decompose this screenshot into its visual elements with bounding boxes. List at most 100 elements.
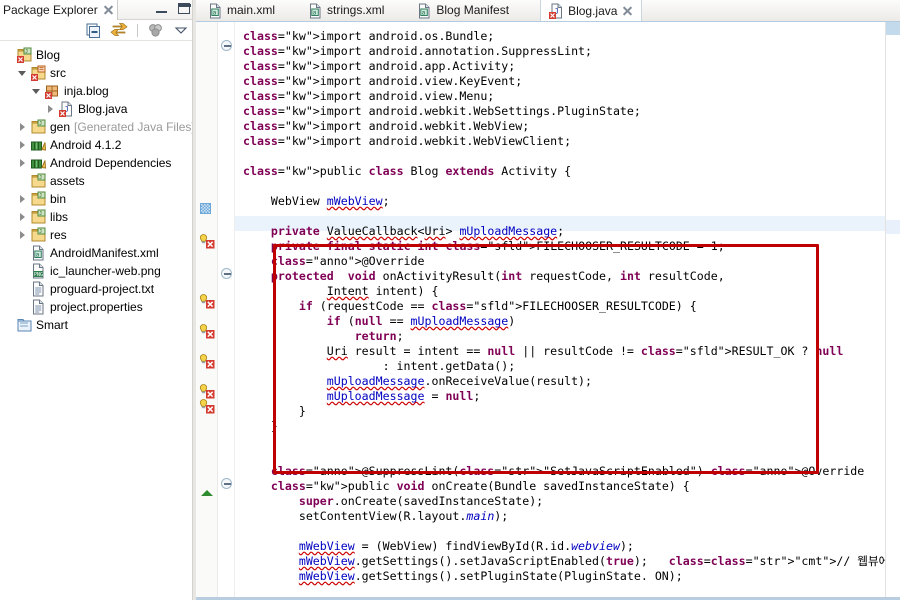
quickfix-error-icon[interactable]	[199, 383, 215, 399]
editor-area: a main.xml a strings.xml a Blog Manifest J Blog…	[196, 0, 900, 600]
text-file-icon	[30, 281, 46, 297]
minimize-icon[interactable]	[156, 4, 167, 13]
source-folder-icon: J	[30, 119, 46, 135]
text-file-icon	[30, 299, 46, 315]
twisty-expanded-icon[interactable]	[30, 84, 44, 98]
tree-item-proguard-project-txt[interactable]: proguard-project.txt	[0, 280, 196, 298]
focus-on-active-task-icon[interactable]	[147, 22, 165, 38]
tree-item-assets[interactable]: Jassets	[0, 172, 196, 190]
twisty-empty	[16, 174, 30, 188]
editor-tab-label: Blog.java	[568, 3, 618, 18]
collapse-icon[interactable]	[221, 478, 232, 489]
svg-text:J: J	[39, 211, 42, 217]
editor-tab-blog-java[interactable]: J Blog.java	[540, 0, 643, 21]
collapse-icon[interactable]	[221, 268, 232, 279]
svg-text:J: J	[39, 229, 42, 235]
close-icon[interactable]	[103, 5, 113, 15]
source-code[interactable]: class="kw">import android.os.Bundle; cla…	[243, 29, 885, 584]
android-project-error-icon: J	[16, 47, 32, 63]
quickfix-error-icon[interactable]	[199, 293, 215, 309]
twisty-collapsed-icon[interactable]	[16, 120, 30, 134]
tree-item-src[interactable]: src	[0, 64, 196, 82]
project-tree[interactable]: J Blog src inja.blog J Blog.java Jgen [Generate…	[0, 41, 196, 600]
tree-item-label: Android 4.1.2	[50, 138, 122, 152]
twisty-collapsed-icon[interactable]	[16, 192, 30, 206]
collapse-all-icon[interactable]	[85, 22, 103, 38]
quick-assist-icon[interactable]	[201, 490, 213, 496]
occurrence-mark-icon[interactable]	[199, 201, 215, 217]
twisty-collapsed-icon[interactable]	[16, 228, 30, 242]
twisty-empty	[16, 264, 30, 278]
code-canvas[interactable]: class="kw">import android.os.Bundle; cla…	[235, 22, 885, 600]
xml-file-icon: a	[307, 3, 322, 18]
tree-item-label: Android Dependencies	[50, 156, 172, 170]
folder-icon: J	[30, 191, 46, 207]
tree-item-gen[interactable]: Jgen [Generated Java Files]	[0, 118, 196, 136]
folding-gutter[interactable]	[218, 22, 235, 600]
tree-item-smart[interactable]: Smart	[0, 316, 196, 334]
marker-gutter[interactable]	[196, 22, 218, 600]
package-error-icon	[44, 83, 60, 99]
tree-item-inja-blog[interactable]: inja.blog	[0, 82, 196, 100]
xml-file-icon: a	[30, 245, 46, 261]
editor-tab-main-xml[interactable]: a main.xml	[200, 0, 284, 21]
folder-icon: J	[30, 227, 46, 243]
overview-selection-band	[886, 220, 900, 234]
tree-item-label: Blog.java	[78, 102, 128, 116]
tree-item-ic-launcher-web-png[interactable]: PNG ic_launcher-web.png	[0, 262, 196, 280]
java-file-error-icon: J	[548, 3, 563, 19]
collapse-icon[interactable]	[221, 40, 232, 51]
quickfix-error-icon[interactable]	[199, 323, 215, 339]
tree-item-androidmanifest-xml[interactable]: a AndroidManifest.xml	[0, 244, 196, 262]
twisty-empty	[16, 246, 30, 260]
twisty-empty	[2, 318, 16, 332]
folder-icon: J	[30, 173, 46, 189]
twisty-expanded-icon[interactable]	[16, 66, 30, 80]
xml-file-icon: a	[207, 3, 222, 18]
twisty-collapsed-icon[interactable]	[44, 102, 58, 116]
quickfix-error-icon[interactable]	[199, 398, 215, 414]
package-explorer-toolbar	[0, 20, 196, 41]
editor-tab-label: strings.xml	[327, 3, 385, 17]
editor-tab-strings-xml[interactable]: a strings.xml	[300, 0, 393, 21]
eclipse-ide-window: Package Explorer J Blog src inja.blog J …	[0, 0, 900, 600]
tree-item-label: libs	[50, 210, 69, 224]
tree-item-label: assets	[50, 174, 85, 188]
toolbar-separator	[137, 23, 138, 37]
folder-icon: J	[30, 209, 46, 225]
tree-item-project-properties[interactable]: project.properties	[0, 298, 196, 316]
close-icon[interactable]	[622, 6, 632, 16]
library-icon	[30, 155, 47, 171]
tree-item-android-4-1-2[interactable]: Android 4.1.2	[0, 136, 196, 154]
twisty-collapsed-icon[interactable]	[16, 210, 30, 224]
svg-text:a: a	[313, 9, 317, 16]
png-file-icon: PNG	[30, 263, 46, 279]
tree-item-label: src	[50, 66, 66, 80]
tree-item-blog[interactable]: J Blog	[0, 46, 196, 64]
tree-item-sublabel: [Generated Java Files]	[74, 120, 195, 134]
tree-item-label: res	[50, 228, 67, 242]
tree-item-bin[interactable]: Jbin	[0, 190, 196, 208]
maximize-icon[interactable]	[178, 3, 191, 14]
quickfix-error-icon[interactable]	[199, 233, 215, 249]
package-explorer-tab[interactable]: Package Explorer	[0, 0, 118, 20]
view-menu-icon[interactable]	[172, 22, 190, 38]
editor-body: class="kw">import android.os.Bundle; cla…	[196, 22, 900, 600]
tree-item-libs[interactable]: Jlibs	[0, 208, 196, 226]
tree-item-blog-java[interactable]: J Blog.java	[0, 100, 196, 118]
package-explorer-view: Package Explorer J Blog src inja.blog J …	[0, 0, 196, 600]
editor-tab-label: main.xml	[227, 3, 276, 17]
quickfix-error-icon[interactable]	[199, 353, 215, 369]
twisty-empty	[16, 282, 30, 296]
tree-item-android-dependencies[interactable]: Android Dependencies	[0, 154, 196, 172]
svg-text:J: J	[39, 193, 42, 199]
tree-item-label: project.properties	[50, 300, 143, 314]
editor-tab-blog-manifest[interactable]: a Blog Manifest	[409, 0, 518, 21]
twisty-collapsed-icon[interactable]	[16, 138, 30, 152]
overview-ruler[interactable]	[885, 22, 900, 600]
link-with-editor-icon[interactable]	[110, 22, 128, 38]
view-window-buttons	[156, 3, 191, 14]
svg-text:J: J	[39, 121, 42, 127]
tree-item-res[interactable]: Jres	[0, 226, 196, 244]
twisty-collapsed-icon[interactable]	[16, 156, 30, 170]
